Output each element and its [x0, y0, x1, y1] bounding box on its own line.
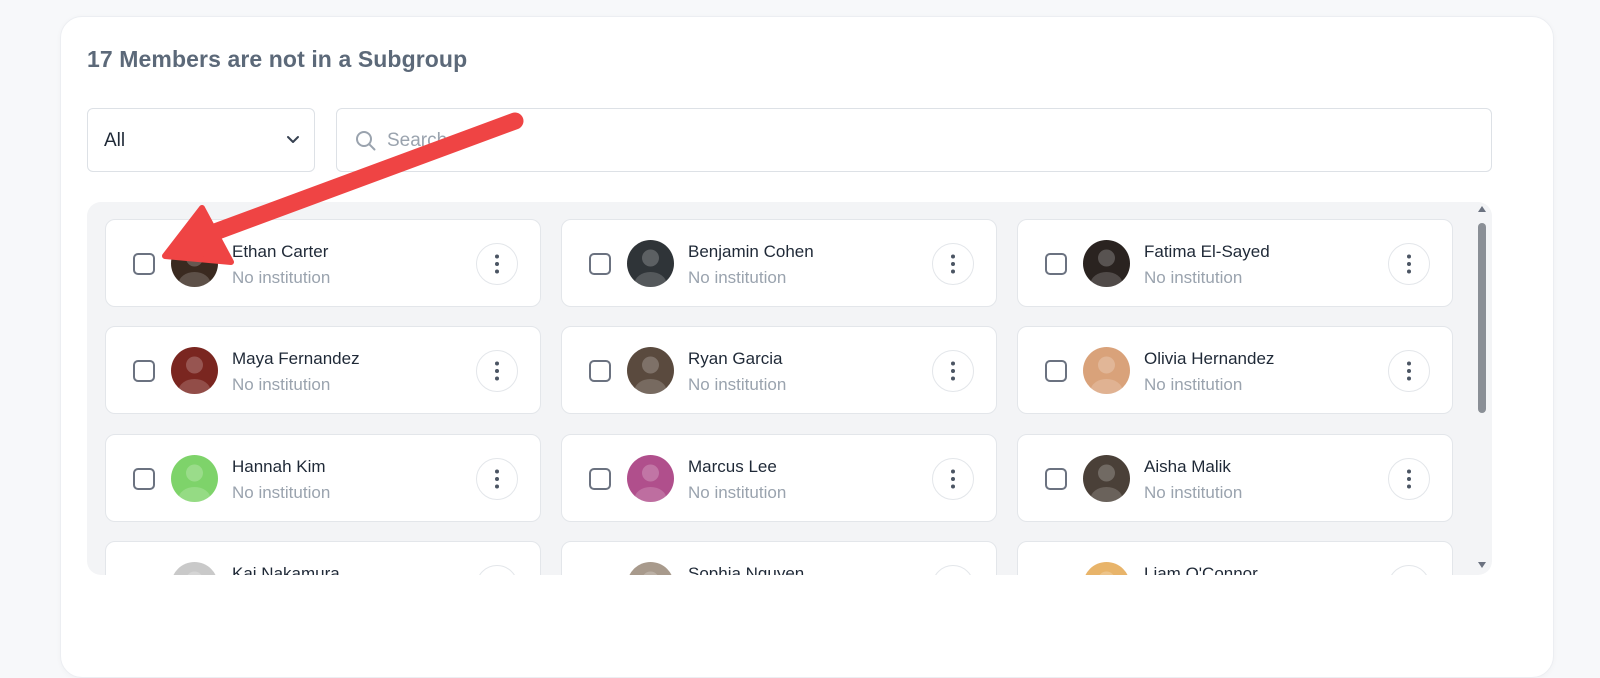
more-vertical-icon [495, 254, 499, 274]
more-vertical-icon [951, 254, 955, 274]
more-vertical-icon [951, 469, 955, 489]
avatar [1083, 240, 1130, 287]
chevron-down-icon [287, 136, 299, 143]
member-institution: No institution [1144, 375, 1243, 394]
member-checkbox[interactable] [589, 253, 611, 275]
more-vertical-icon [1407, 254, 1411, 274]
member-card[interactable]: Olivia Hernandez No institution [1017, 326, 1453, 414]
more-options-button[interactable] [1388, 243, 1430, 285]
member-name: Marcus Lee [688, 457, 777, 476]
avatar [171, 562, 218, 575]
member-card[interactable]: Ethan Carter No institution [105, 219, 541, 307]
member-institution: No institution [232, 483, 331, 502]
avatar [171, 240, 218, 287]
member-institution: No institution [688, 268, 787, 287]
member-name: Aisha Malik [1144, 457, 1231, 476]
more-vertical-icon [495, 361, 499, 381]
member-name: Hannah Kim [232, 457, 326, 476]
avatar [1083, 562, 1130, 575]
search-field[interactable] [336, 108, 1492, 172]
member-institution: No institution [232, 268, 331, 287]
member-list[interactable]: Ethan Carter No institution Benjamin Cohen… [87, 202, 1492, 575]
member-card[interactable]: Hannah Kim No institution [105, 434, 541, 522]
avatar [1083, 347, 1130, 394]
more-options-button[interactable] [476, 565, 518, 575]
member-card[interactable]: Maya Fernandez No institution [105, 326, 541, 414]
member-checkbox[interactable] [1045, 468, 1067, 490]
more-options-button[interactable] [1388, 458, 1430, 500]
more-vertical-icon [1407, 469, 1411, 489]
member-name: Ryan Garcia [688, 349, 783, 368]
more-options-button[interactable] [476, 458, 518, 500]
member-checkbox[interactable] [589, 468, 611, 490]
member-card[interactable]: Fatima El-Sayed No institution [1017, 219, 1453, 307]
member-institution: No institution [688, 375, 787, 394]
member-institution: No institution [1144, 483, 1243, 502]
filter-select-value: All [104, 130, 126, 151]
more-options-button[interactable] [932, 565, 974, 575]
member-name: Liam O'Connor [1144, 564, 1258, 575]
scrollbar-thumb[interactable] [1478, 223, 1486, 413]
avatar [1083, 455, 1130, 502]
member-name: Ethan Carter [232, 242, 329, 261]
member-name: Sophia Nguyen [688, 564, 805, 575]
more-options-button[interactable] [1388, 350, 1430, 392]
member-checkbox[interactable] [1045, 360, 1067, 382]
member-checkbox[interactable] [133, 360, 155, 382]
more-options-button[interactable] [1388, 565, 1430, 575]
member-name: Fatima El-Sayed [1144, 242, 1270, 261]
page-title: 17 Members are not in a Subgroup [87, 46, 468, 72]
member-institution: No institution [232, 375, 331, 394]
scrollbar[interactable] [1475, 205, 1489, 570]
member-card[interactable]: Aisha Malik No institution [1017, 434, 1453, 522]
member-name: Benjamin Cohen [688, 242, 814, 261]
filter-select[interactable]: All [87, 108, 315, 172]
member-checkbox[interactable] [133, 468, 155, 490]
avatar [627, 347, 674, 394]
member-checkbox[interactable] [1045, 253, 1067, 275]
more-vertical-icon [495, 469, 499, 489]
member-name: Maya Fernandez [232, 349, 360, 368]
member-card[interactable]: Sophia NguyenNo institution [561, 541, 997, 575]
member-institution: No institution [688, 483, 787, 502]
avatar [627, 455, 674, 502]
more-options-button[interactable] [476, 350, 518, 392]
more-options-button[interactable] [932, 458, 974, 500]
member-card[interactable]: Liam O'ConnorNo institution [1017, 541, 1453, 575]
avatar [171, 347, 218, 394]
avatar [627, 240, 674, 287]
member-name: Olivia Hernandez [1144, 349, 1275, 368]
more-options-button[interactable] [476, 243, 518, 285]
scroll-down-icon[interactable] [1477, 561, 1487, 569]
more-vertical-icon [951, 361, 955, 381]
scroll-up-icon[interactable] [1477, 205, 1487, 213]
avatar [627, 562, 674, 575]
member-institution: No institution [1144, 268, 1243, 287]
member-card[interactable]: Benjamin Cohen No institution [561, 219, 997, 307]
search-input[interactable] [385, 123, 1469, 159]
more-options-button[interactable] [932, 350, 974, 392]
member-name: Kai Nakamura [232, 564, 340, 575]
search-icon [356, 131, 376, 151]
member-card[interactable]: Ryan Garcia No institution [561, 326, 997, 414]
member-checkbox[interactable] [589, 360, 611, 382]
member-card[interactable]: Marcus Lee No institution [561, 434, 997, 522]
avatar [171, 455, 218, 502]
more-options-button[interactable] [932, 243, 974, 285]
member-card[interactable]: Kai NakamuraNo institution [105, 541, 541, 575]
member-checkbox[interactable] [133, 253, 155, 275]
more-vertical-icon [1407, 361, 1411, 381]
